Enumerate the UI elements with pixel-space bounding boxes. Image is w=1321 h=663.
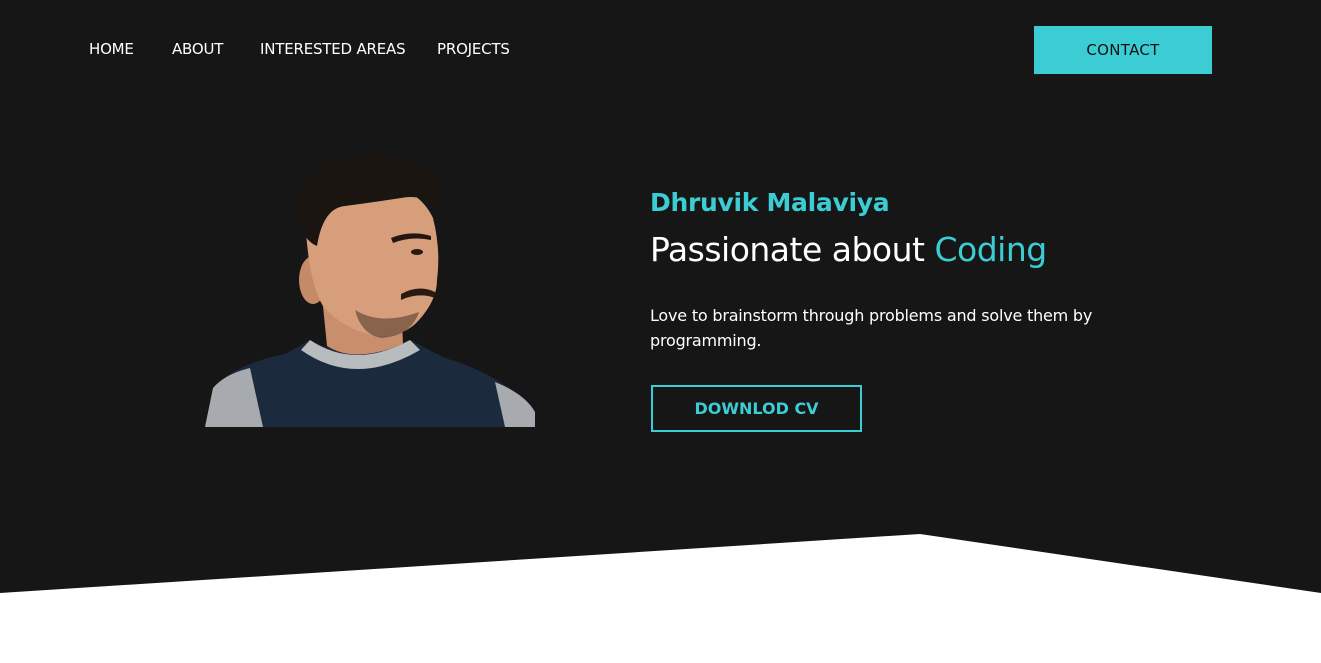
hero-title-prefix: Passionate about [650, 230, 935, 269]
profile-photo [205, 150, 535, 427]
download-cv-button[interactable]: DOWNLOD CV [651, 385, 862, 432]
page: HOME ABOUT INTERESTED AREAS PROJECTS CON… [0, 0, 1321, 663]
nav-projects-link[interactable]: PROJECTS [437, 40, 510, 58]
contact-button[interactable]: CONTACT [1034, 26, 1212, 74]
nav-home-link[interactable]: HOME [89, 40, 134, 58]
hero-name: Dhruvik Malaviya [650, 188, 890, 217]
hero-description: Love to brainstorm through problems and … [650, 306, 1093, 350]
main-navigation: HOME ABOUT INTERESTED AREAS PROJECTS CON… [0, 0, 1321, 100]
nav-interested-areas-link[interactable]: INTERESTED AREAS [260, 40, 406, 58]
hero-title: Passionate about Coding [650, 230, 1047, 269]
hero-title-highlight: Coding [934, 230, 1047, 269]
nav-about-link[interactable]: ABOUT [172, 40, 223, 58]
